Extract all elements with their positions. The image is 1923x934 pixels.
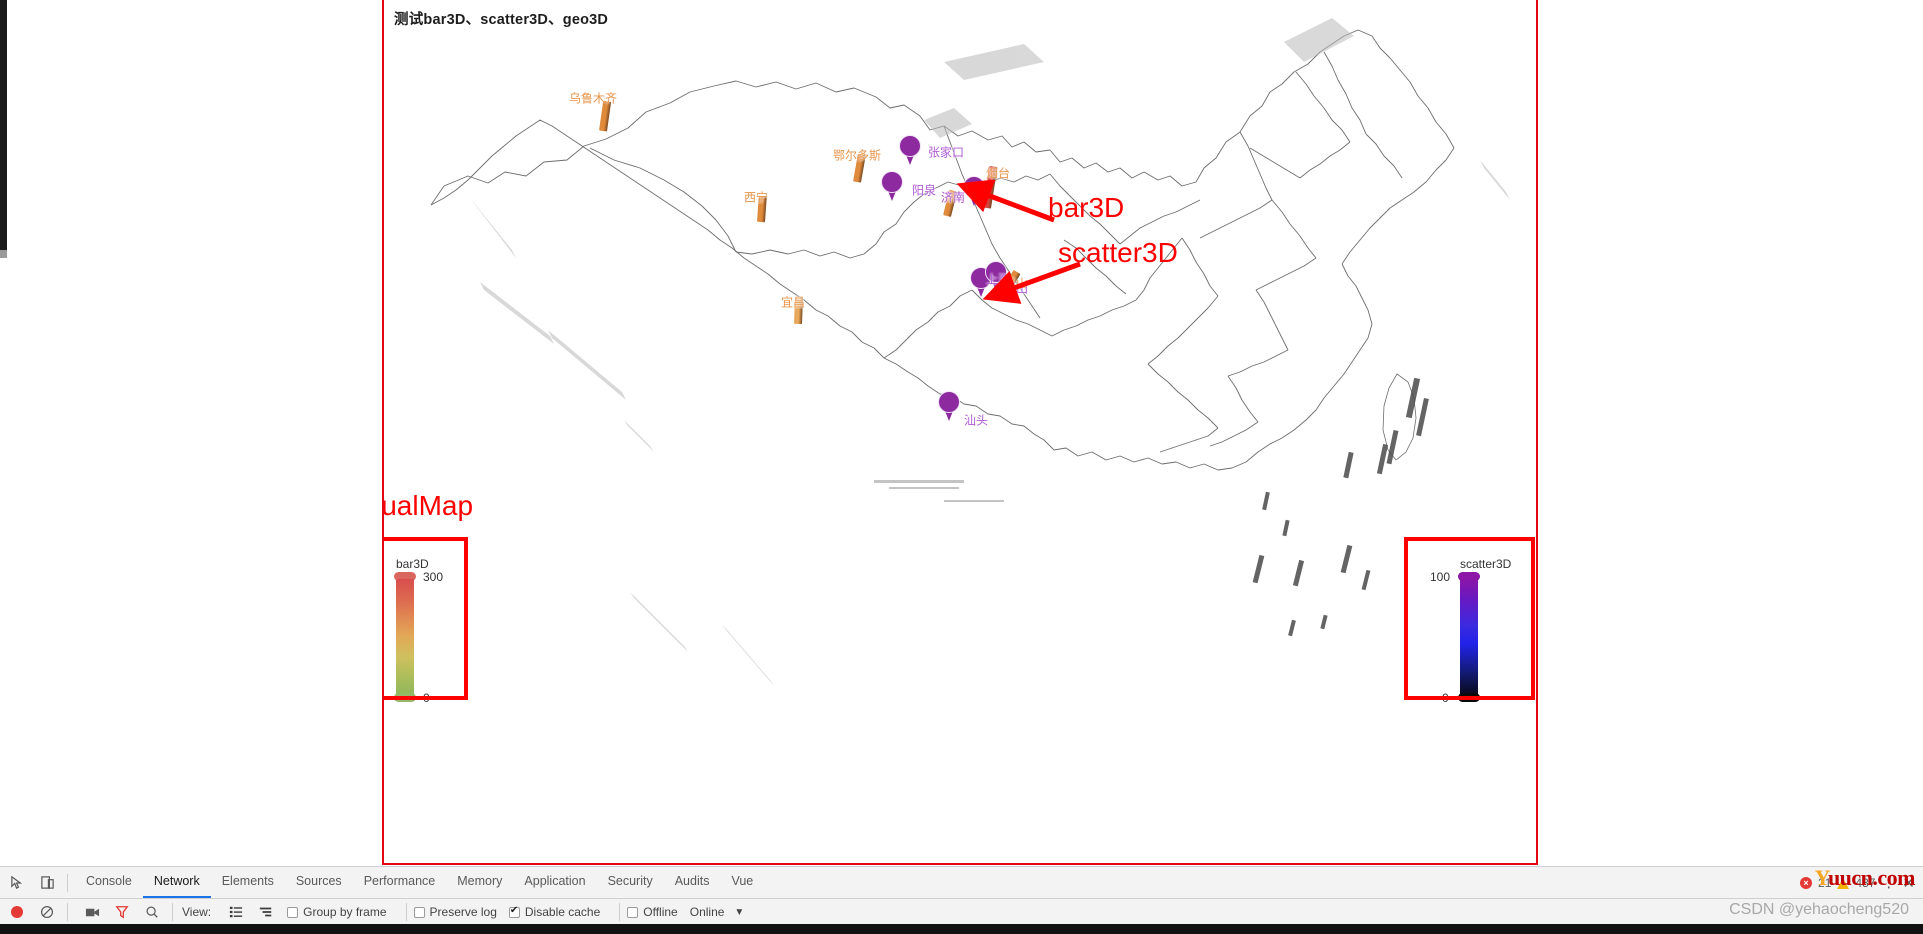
pin-bulb-icon (881, 171, 903, 193)
capture-screenshots-icon[interactable] (79, 899, 105, 925)
devtools-tab-audits[interactable]: Audits (664, 867, 721, 898)
scatter3d-pin[interactable] (899, 135, 921, 165)
pin-bulb-icon (938, 391, 960, 413)
devtools-tab-performance[interactable]: Performance (353, 867, 447, 898)
throttling-chevron-down-icon[interactable]: ▼ (734, 907, 744, 918)
waterfall-view-icon[interactable] (253, 899, 279, 925)
record-button[interactable] (4, 899, 30, 925)
toolbar-divider-3 (172, 903, 173, 921)
devtools-tab-memory[interactable]: Memory (446, 867, 513, 898)
toolbar-divider-2 (67, 903, 68, 921)
devtools-tab-vue[interactable]: Vue (720, 867, 764, 898)
site-watermark-rest: uucn.com (1827, 865, 1916, 890)
preserve-log-checkbox[interactable]: Preserve log (413, 905, 497, 919)
preserve-log-label: Preserve log (429, 905, 497, 919)
author-watermark: CSDN @yehaocheng520 (1729, 901, 1909, 918)
toolbar-divider (67, 873, 68, 892)
group-by-frame-checkbox[interactable]: Group by frame (287, 905, 387, 919)
bar3d-column[interactable] (794, 299, 803, 325)
arrow-to-bar3d (956, 180, 1055, 223)
annotation-visualmap: visualMap (382, 490, 474, 521)
site-watermark: Yuucn.com (1814, 865, 1916, 891)
geo3d-map-canvas[interactable] (384, 0, 1536, 863)
toolbar-divider-4 (405, 903, 407, 921)
group-by-frame-box[interactable] (287, 906, 299, 918)
devtools-tabbar: Console Network Elements Sources Performance… (0, 867, 1923, 899)
clear-button[interactable] (34, 899, 60, 925)
devtools-tab-network[interactable]: Network (142, 867, 211, 898)
offline-label: Offline (643, 905, 678, 919)
inspect-element-icon[interactable] (4, 870, 30, 896)
browser-edge-strip (0, 0, 7, 250)
pin-bulb-icon (899, 135, 921, 157)
group-by-frame-label: Group by frame (303, 905, 387, 919)
offline-checkbox[interactable]: Offline (627, 905, 678, 919)
devtools-tab-security[interactable]: Security (597, 867, 664, 898)
disable-cache-checkbox[interactable]: Disable cache (508, 905, 601, 919)
scatter3d-visualmap-highlight-box (1404, 537, 1535, 700)
devtools-tab-application[interactable]: Application (513, 867, 596, 898)
devtools-tab-console[interactable]: Console (75, 867, 143, 898)
scatter3d-pin[interactable] (881, 171, 903, 201)
china-map-svg (430, 18, 1510, 686)
devtools-network-toolbar: View: Group by frame Preserve log ✔ Disa… (0, 899, 1923, 926)
devtools-tab-sources[interactable]: Sources (285, 867, 353, 898)
filter-icon[interactable] (109, 899, 135, 925)
devtools-tab-list: Console Network Elements Sources Performance… (75, 867, 764, 898)
list-view-icon[interactable] (223, 899, 249, 925)
arrow-to-scatter3d (982, 261, 1081, 304)
devtools-tab-elements[interactable]: Elements (211, 867, 285, 898)
search-icon[interactable] (139, 899, 165, 925)
toggle-device-toolbar-icon[interactable] (34, 870, 60, 896)
site-watermark-initial: Y (1814, 865, 1829, 890)
error-icon[interactable]: × (1800, 877, 1813, 889)
offline-box[interactable] (627, 906, 639, 918)
view-label: View: (182, 905, 212, 919)
browser-edge-strip-grey (0, 250, 7, 258)
preserve-log-box[interactable] (413, 906, 425, 918)
screen-root: 测试bar3D、scatter3D、geo3D 乌鲁木齐 鄂尔多斯 西宁 济南 … (0, 0, 1923, 934)
scatter3d-pin[interactable] (938, 391, 960, 421)
bottom-black-strip (0, 924, 1923, 934)
throttling-value: Online (689, 905, 725, 919)
disable-cache-label: Disable cache (524, 905, 601, 919)
page-content-frame: 测试bar3D、scatter3D、geo3D 乌鲁木齐 鄂尔多斯 西宁 济南 … (382, 0, 1538, 865)
toolbar-divider-5 (619, 903, 621, 921)
disable-cache-box[interactable] (508, 905, 520, 918)
bar3d-visualmap-highlight-box (384, 537, 468, 700)
